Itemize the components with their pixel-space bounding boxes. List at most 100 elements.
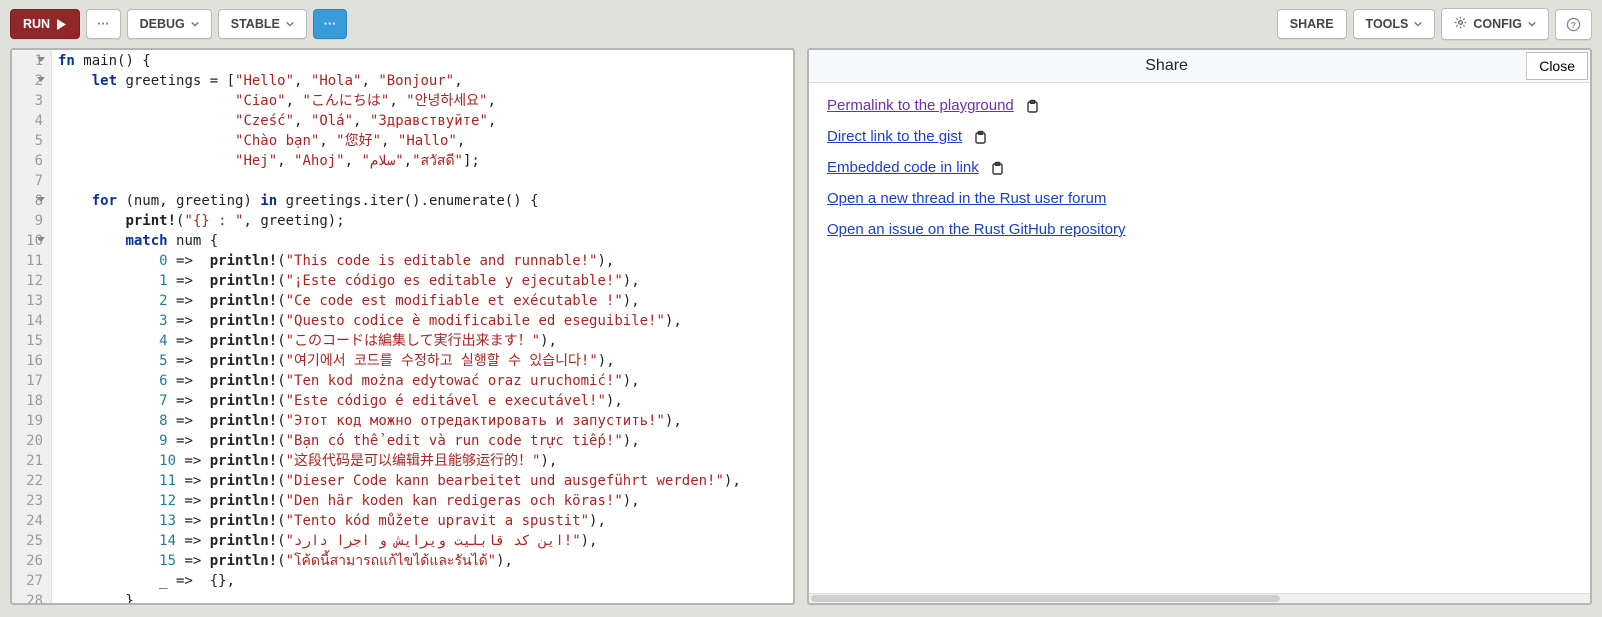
line-number: 15 [16, 331, 43, 351]
ellipsis-icon: ··· [324, 17, 337, 31]
code-line[interactable]: "Hej", "Ahoj", "سلام","สวัสดี"]; [58, 151, 787, 171]
code-editor[interactable]: 1234567891011121314151617181920212223242… [12, 50, 793, 603]
editor-pane: 1234567891011121314151617181920212223242… [10, 48, 795, 605]
line-number: 25 [16, 531, 43, 551]
toolbar: RUN ··· DEBUG STABLE ··· SHARE TOOLS CON [0, 0, 1602, 48]
line-number: 28 [16, 591, 43, 603]
line-number: 22 [16, 471, 43, 491]
code-line[interactable]: 0 => println!("This code is editable and… [58, 251, 787, 271]
share-link[interactable]: Direct link to the gist [827, 128, 962, 145]
line-number: 23 [16, 491, 43, 511]
code-line[interactable]: print!("{} : ", greeting); [58, 211, 787, 231]
code-line[interactable]: 4 => println!("このコードは編集して実行出来ます！"), [58, 331, 787, 351]
share-link[interactable]: Open an issue on the Rust GitHub reposit… [827, 221, 1126, 238]
line-number: 6 [16, 151, 43, 171]
line-number: 26 [16, 551, 43, 571]
share-header: Share Close [809, 50, 1590, 83]
line-number: 16 [16, 351, 43, 371]
code-line[interactable]: 6 => println!("Ten kod można edytować or… [58, 371, 787, 391]
clipboard-icon[interactable] [989, 160, 1005, 176]
code-line[interactable]: for (num, greeting) in greetings.iter().… [58, 191, 787, 211]
code-line[interactable] [58, 171, 787, 191]
line-number: 3 [16, 91, 43, 111]
run-label: RUN [23, 17, 50, 31]
advanced-options-button[interactable]: ··· [313, 9, 348, 39]
line-number: 18 [16, 391, 43, 411]
code-line[interactable]: 11 => println!("Dieser Code kann bearbei… [58, 471, 787, 491]
share-label: SHARE [1290, 17, 1334, 31]
share-link-row: Embedded code in link [827, 159, 1572, 176]
line-number: 13 [16, 291, 43, 311]
ellipsis-icon: ··· [97, 17, 110, 31]
scrollbar-thumb[interactable] [811, 595, 1280, 602]
chevron-down-icon [286, 20, 294, 28]
mode-dropdown[interactable]: DEBUG [127, 9, 212, 39]
share-button[interactable]: SHARE [1277, 9, 1347, 39]
line-number: 8 [16, 191, 43, 211]
code-line[interactable]: "Ciao", "こんにちは", "안녕하세요", [58, 91, 787, 111]
line-number: 19 [16, 411, 43, 431]
clipboard-icon[interactable] [972, 129, 988, 145]
line-gutter: 1234567891011121314151617181920212223242… [12, 50, 52, 603]
code-area[interactable]: fn main() { let greetings = ["Hello", "H… [52, 50, 793, 603]
line-number: 21 [16, 451, 43, 471]
code-line[interactable]: "Chào bạn", "您好", "Hallo", [58, 131, 787, 151]
share-link[interactable]: Embedded code in link [827, 159, 979, 176]
code-line[interactable]: 12 => println!("Den här koden kan redige… [58, 491, 787, 511]
config-dropdown[interactable]: CONFIG [1441, 8, 1549, 40]
code-line[interactable]: _ => {}, [58, 571, 787, 591]
line-number: 12 [16, 271, 43, 291]
tools-label: TOOLS [1366, 17, 1409, 31]
code-line[interactable]: 14 => println!("این کد قابلیت ویرایش و ا… [58, 531, 787, 551]
code-line[interactable]: } [58, 591, 787, 603]
code-line[interactable]: 1 => println!("¡Este código es editable … [58, 271, 787, 291]
channel-label: STABLE [231, 17, 280, 31]
share-link[interactable]: Permalink to the playground [827, 97, 1014, 114]
chevron-down-icon [1414, 20, 1422, 28]
horizontal-scrollbar[interactable] [809, 593, 1590, 603]
code-line[interactable]: 3 => println!("Questo codice è modificab… [58, 311, 787, 331]
run-more-button[interactable]: ··· [86, 9, 121, 39]
code-line[interactable]: 13 => println!("Tento kód můžete upravit… [58, 511, 787, 531]
line-number: 7 [16, 171, 43, 191]
code-line[interactable]: 15 => println!("โค้ดนี้สามารถแก้ไขได้และ… [58, 551, 787, 571]
code-line[interactable]: 9 => println!("Bạn có thể edit và run co… [58, 431, 787, 451]
code-line[interactable]: 5 => println!("여기에서 코드를 수정하고 실행할 수 있습니다!… [58, 351, 787, 371]
mode-label: DEBUG [140, 17, 185, 31]
tools-dropdown[interactable]: TOOLS [1353, 9, 1436, 39]
chevron-down-icon [1528, 20, 1536, 28]
code-line[interactable]: fn main() { [58, 51, 787, 71]
line-number: 24 [16, 511, 43, 531]
code-line[interactable]: 2 => println!("Ce code est modifiable et… [58, 291, 787, 311]
share-title: Share [809, 51, 1524, 81]
code-line[interactable]: let greetings = ["Hello", "Hola", "Bonjo… [58, 71, 787, 91]
help-icon: ? [1566, 17, 1581, 32]
share-pane: Share Close Permalink to the playground D… [807, 48, 1592, 605]
line-number: 1 [16, 51, 43, 71]
share-link[interactable]: Open a new thread in the Rust user forum [827, 190, 1106, 207]
gear-icon [1454, 16, 1467, 32]
run-button[interactable]: RUN [10, 9, 80, 39]
share-body: Permalink to the playground Direct link t… [809, 83, 1590, 252]
close-button[interactable]: Close [1526, 52, 1588, 80]
line-number: 5 [16, 131, 43, 151]
line-number: 14 [16, 311, 43, 331]
code-line[interactable]: 10 => println!("这段代码是可以编辑并且能够运行的！"), [58, 451, 787, 471]
code-line[interactable]: "Cześć", "Olá", "Здравствуйте", [58, 111, 787, 131]
line-number: 11 [16, 251, 43, 271]
share-link-row: Direct link to the gist [827, 128, 1572, 145]
line-number: 10 [16, 231, 43, 251]
line-number: 27 [16, 571, 43, 591]
channel-dropdown[interactable]: STABLE [218, 9, 307, 39]
config-label: CONFIG [1473, 17, 1522, 31]
clipboard-icon[interactable] [1024, 98, 1040, 114]
code-line[interactable]: match num { [58, 231, 787, 251]
line-number: 9 [16, 211, 43, 231]
line-number: 2 [16, 71, 43, 91]
code-line[interactable]: 8 => println!("Этот код можно отредактир… [58, 411, 787, 431]
play-icon [56, 19, 67, 30]
share-link-row: Open an issue on the Rust GitHub reposit… [827, 221, 1572, 238]
share-link-row: Open a new thread in the Rust user forum [827, 190, 1572, 207]
help-button[interactable]: ? [1555, 9, 1592, 40]
code-line[interactable]: 7 => println!("Este código é editável e … [58, 391, 787, 411]
